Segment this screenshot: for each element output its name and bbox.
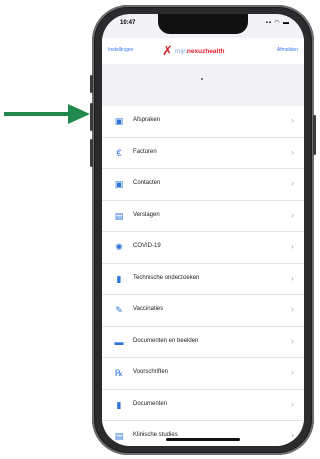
status-time: 10:47 bbox=[120, 20, 136, 26]
menu-item-documenten-en-beelden[interactable]: ▬ Documenten en beelden › bbox=[102, 327, 304, 358]
chevron-right-icon: › bbox=[291, 335, 294, 346]
notch bbox=[158, 14, 248, 34]
menu-item-contacten[interactable]: ▣ Contacten › bbox=[102, 169, 304, 201]
chevron-right-icon: › bbox=[291, 398, 294, 409]
menu-item-covid-19[interactable]: ✺ COVID-19 › bbox=[102, 232, 304, 264]
pointer-arrow bbox=[4, 104, 90, 124]
menu-item-label: Technische onderzoeken bbox=[133, 274, 200, 281]
menu-item-label: Facturen bbox=[133, 148, 157, 155]
chevron-right-icon: › bbox=[291, 272, 294, 283]
menu-item-label: Voorschriften bbox=[133, 369, 169, 375]
phone-screen: 10:47 ▪▪ ◠ ▬ Instellingen ✗ mijnnexuzhea… bbox=[102, 14, 304, 446]
chevron-right-icon: › bbox=[291, 430, 294, 440]
syringe-icon: ✎ bbox=[115, 305, 123, 315]
menu-item-label: Documenten bbox=[133, 400, 168, 407]
logo-muted: mijn bbox=[175, 48, 187, 55]
chevron-right-icon: › bbox=[291, 304, 294, 314]
arrow-shaft bbox=[4, 112, 72, 116]
arrow-head-icon bbox=[68, 104, 90, 124]
file-icon: ▮ bbox=[116, 399, 122, 410]
chevron-right-icon: › bbox=[291, 146, 294, 157]
logo-brand: nexuzhealth bbox=[186, 48, 225, 55]
prescription-icon: ℞ bbox=[114, 368, 124, 378]
chevron-right-icon: › bbox=[291, 178, 294, 188]
menu-list: ▣ Afspraken › € Facturen › ▣ Contacten › ▤ Verslag… bbox=[102, 106, 304, 446]
logo-wordmark: mijnnexuzhealth bbox=[175, 48, 224, 55]
menu-item-klinische-studies[interactable]: ▤ Klinische studies › bbox=[102, 421, 304, 446]
document-icon: ▮ bbox=[116, 273, 122, 284]
menu-item-facturen[interactable]: € Facturen › bbox=[102, 138, 304, 169]
report-icon: ▤ bbox=[114, 210, 124, 221]
chevron-right-icon: › bbox=[291, 209, 294, 220]
calendar-icon: ▣ bbox=[114, 179, 124, 189]
app-header: Instellingen ✗ mijnnexuzhealth Afmelden bbox=[102, 38, 304, 64]
status-icons: ▪▪ ◠ ▬ bbox=[265, 20, 290, 26]
menu-item-label: Documenten en beelden bbox=[133, 337, 199, 344]
virus-icon: ✺ bbox=[115, 242, 123, 252]
home-indicator[interactable] bbox=[166, 438, 240, 441]
folder-icon: ▬ bbox=[114, 336, 124, 347]
volume-down-button bbox=[90, 139, 93, 167]
logo-mark-icon: ✗ bbox=[162, 43, 173, 58]
calendar-icon: ▣ bbox=[114, 116, 124, 126]
page-indicator bbox=[201, 78, 203, 80]
euro-icon: € bbox=[116, 147, 122, 158]
menu-item-verslagen[interactable]: ▤ Verslagen › bbox=[102, 201, 304, 232]
menu-item-vaccinaties[interactable]: ✎ Vaccinaties › bbox=[102, 295, 304, 327]
menu-item-documenten[interactable]: ▮ Documenten › bbox=[102, 390, 304, 421]
menu-item-label: Contacten bbox=[133, 180, 161, 186]
menu-item-technische-onderzoeken[interactable]: ▮ Technische onderzoeken › bbox=[102, 264, 304, 295]
menu-item-label: Afspraken bbox=[133, 117, 161, 123]
settings-link[interactable]: Instellingen bbox=[108, 47, 133, 53]
chevron-right-icon: › bbox=[291, 115, 294, 125]
menu-item-label: Verslagen bbox=[133, 211, 160, 218]
power-button bbox=[313, 115, 316, 155]
volume-up-button bbox=[90, 103, 93, 131]
phone-frame: 10:47 ▪▪ ◠ ▬ Instellingen ✗ mijnnexuzhea… bbox=[90, 5, 316, 455]
app-logo: ✗ mijnnexuzhealth bbox=[162, 44, 246, 58]
chevron-right-icon: › bbox=[291, 367, 294, 377]
logout-link[interactable]: Afmelden bbox=[277, 47, 298, 53]
menu-item-label: Vaccinaties bbox=[133, 306, 164, 312]
menu-item-afspraken[interactable]: ▣ Afspraken › bbox=[102, 106, 304, 138]
menu-item-label: COVID-19 bbox=[133, 243, 161, 249]
chevron-right-icon: › bbox=[291, 241, 294, 251]
clipboard-icon: ▤ bbox=[114, 431, 124, 441]
mute-switch bbox=[90, 75, 93, 93]
menu-item-voorschriften[interactable]: ℞ Voorschriften › bbox=[102, 358, 304, 390]
